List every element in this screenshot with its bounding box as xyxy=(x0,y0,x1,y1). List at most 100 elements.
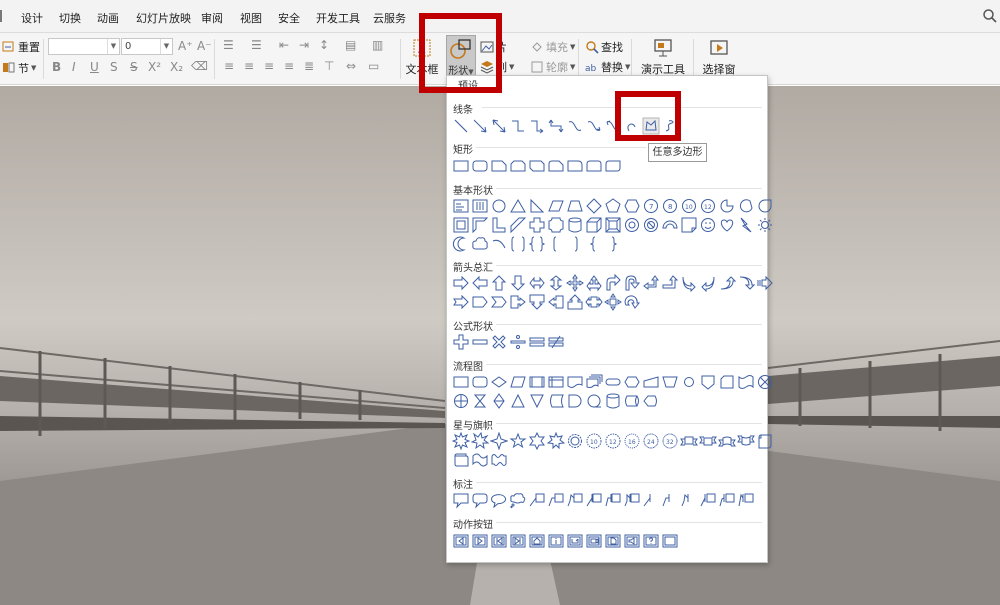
frame-shape-icon[interactable] xyxy=(452,216,470,234)
down-ribbon-shape-icon[interactable] xyxy=(699,432,717,450)
double-bracket-shape-icon[interactable] xyxy=(509,235,527,253)
font-grow-icon[interactable]: A⁺ xyxy=(178,39,193,53)
menu-security[interactable]: 安全 xyxy=(278,10,300,26)
curved-arrow-connector-shape-icon[interactable] xyxy=(585,117,603,135)
left-right-up-arrow-shape-icon[interactable] xyxy=(585,274,603,292)
explosion-2-shape-icon[interactable] xyxy=(471,432,489,450)
curved-down-ribbon-shape-icon[interactable] xyxy=(737,432,755,450)
snip-same-side-rectangle-shape-icon[interactable] xyxy=(509,157,527,175)
flowchart-direct-access-storage-icon[interactable] xyxy=(623,392,641,410)
left-brace-shape-icon[interactable] xyxy=(585,235,603,253)
superscript-icon[interactable]: X² xyxy=(148,60,161,74)
up-arrow-shape-icon[interactable] xyxy=(490,274,508,292)
triangle-shape-icon[interactable] xyxy=(509,197,527,215)
bent-up-arrow-shape-icon[interactable] xyxy=(661,274,679,292)
lightning-bolt-shape-icon[interactable] xyxy=(737,216,755,234)
italic-icon[interactable]: I xyxy=(72,60,76,74)
right-triangle-shape-icon[interactable] xyxy=(528,197,546,215)
pentagon-arrow-shape-icon[interactable] xyxy=(471,293,489,311)
flowchart-process-icon[interactable] xyxy=(452,373,470,391)
flowchart-card-icon[interactable] xyxy=(718,373,736,391)
menu-slideshow[interactable]: 幻灯片放映 xyxy=(136,10,191,26)
arrow-line-shape-icon[interactable] xyxy=(471,117,489,135)
line-callout-3-shape-icon[interactable] xyxy=(566,491,584,509)
right-bracket-shape-icon[interactable] xyxy=(566,235,584,253)
indent-icon[interactable]: ⇥ xyxy=(299,38,309,52)
action-information-button-icon[interactable] xyxy=(547,532,565,550)
7-point-star-shape-icon[interactable] xyxy=(547,432,565,450)
flowchart-manual-input-icon[interactable] xyxy=(642,373,660,391)
32-point-star-shape-icon[interactable]: 32 xyxy=(661,432,679,450)
line-callout-3-border-accent-shape-icon[interactable] xyxy=(737,491,755,509)
line-callout-3-accent-bar-shape-icon[interactable] xyxy=(623,491,641,509)
line-callout-2-border-accent-shape-icon[interactable] xyxy=(718,491,736,509)
action-return-button-icon[interactable] xyxy=(566,532,584,550)
search-icon[interactable] xyxy=(982,8,998,24)
flowchart-preparation-icon[interactable] xyxy=(623,373,641,391)
action-back-button-icon[interactable] xyxy=(452,532,470,550)
flowchart-punched-tape-icon[interactable] xyxy=(737,373,755,391)
action-beginning-button-icon[interactable] xyxy=(490,532,508,550)
equal-shape-icon[interactable] xyxy=(528,333,546,351)
5-point-star-shape-icon[interactable] xyxy=(509,432,527,450)
sun-shape-icon[interactable] xyxy=(756,216,774,234)
outline-button[interactable]: 轮廓 ▼ xyxy=(530,59,575,75)
elbow-arrow-connector-shape-icon[interactable] xyxy=(528,117,546,135)
flowchart-decision-icon[interactable] xyxy=(490,373,508,391)
round-one-corner-rectangle-shape-icon[interactable] xyxy=(566,157,584,175)
cloud-shape-icon[interactable] xyxy=(471,235,489,253)
menu-view[interactable]: 视图 xyxy=(240,10,262,26)
subscript-icon[interactable]: X₂ xyxy=(170,60,183,74)
arc-shape-icon[interactable] xyxy=(490,235,508,253)
can-shape-icon[interactable] xyxy=(566,216,584,234)
menu-design[interactable]: 设计 xyxy=(21,10,43,26)
text-box-shape-icon[interactable] xyxy=(452,197,470,215)
flowchart-off-page-connector-icon[interactable] xyxy=(699,373,717,391)
block-arc-shape-icon[interactable] xyxy=(661,216,679,234)
replace-button[interactable]: ab 替换 ▼ xyxy=(585,59,630,75)
plaque-shape-icon[interactable] xyxy=(547,216,565,234)
flowchart-extract-icon[interactable] xyxy=(509,392,527,410)
moon-shape-icon[interactable] xyxy=(452,235,470,253)
round-diagonal-rectangle-shape-icon[interactable] xyxy=(604,157,622,175)
heptagon-shape-icon[interactable]: 7 xyxy=(642,197,660,215)
24-point-star-shape-icon[interactable]: 24 xyxy=(642,432,660,450)
flowchart-predefined-process-icon[interactable] xyxy=(528,373,546,391)
column-icon[interactable]: ▥ xyxy=(372,38,383,52)
explosion-1-shape-icon[interactable] xyxy=(452,432,470,450)
dodecagon-shape-icon[interactable]: 12 xyxy=(699,197,717,215)
flowchart-stored-data-icon[interactable] xyxy=(547,392,565,410)
heart-shape-icon[interactable] xyxy=(718,216,736,234)
flowchart-internal-storage-icon[interactable] xyxy=(547,373,565,391)
line-callout-3-no-border-shape-icon[interactable] xyxy=(680,491,698,509)
left-up-arrow-shape-icon[interactable] xyxy=(642,274,660,292)
line-callout-2-no-border-shape-icon[interactable] xyxy=(661,491,679,509)
action-custom-button-icon[interactable] xyxy=(661,532,679,550)
bullet-list-icon[interactable]: ☰ xyxy=(223,38,234,52)
6-point-star-shape-icon[interactable] xyxy=(528,432,546,450)
circular-arrow-shape-icon[interactable] xyxy=(623,293,641,311)
left-right-arrow-callout-shape-icon[interactable] xyxy=(585,293,603,311)
menu-cloud[interactable]: 云服务 xyxy=(373,10,406,26)
outdent-icon[interactable]: ⇤ xyxy=(279,38,289,52)
4-point-star-shape-icon[interactable] xyxy=(490,432,508,450)
double-arrow-line-shape-icon[interactable] xyxy=(490,117,508,135)
notched-right-arrow-shape-icon[interactable] xyxy=(452,293,470,311)
vertical-scroll-shape-icon[interactable] xyxy=(756,432,774,450)
line-shape-icon[interactable] xyxy=(452,117,470,135)
flowchart-or-icon[interactable] xyxy=(452,392,470,410)
flowchart-data-icon[interactable] xyxy=(509,373,527,391)
underline-icon[interactable]: U xyxy=(90,60,99,74)
menu-developer[interactable]: 开发工具 xyxy=(316,10,360,26)
elbow-connector-shape-icon[interactable] xyxy=(509,117,527,135)
teardrop-shape-icon[interactable] xyxy=(756,197,774,215)
smiley-face-shape-icon[interactable] xyxy=(699,216,717,234)
rounded-rectangular-callout-shape-icon[interactable] xyxy=(471,491,489,509)
u-turn-arrow-shape-icon[interactable] xyxy=(623,274,641,292)
action-help-button-icon[interactable] xyxy=(642,532,660,550)
folded-corner-shape-icon[interactable] xyxy=(680,216,698,234)
right-arrow-shape-icon[interactable] xyxy=(452,274,470,292)
up-arrow-callout-shape-icon[interactable] xyxy=(566,293,584,311)
round-same-side-rectangle-shape-icon[interactable] xyxy=(585,157,603,175)
right-brace-shape-icon[interactable] xyxy=(604,235,622,253)
